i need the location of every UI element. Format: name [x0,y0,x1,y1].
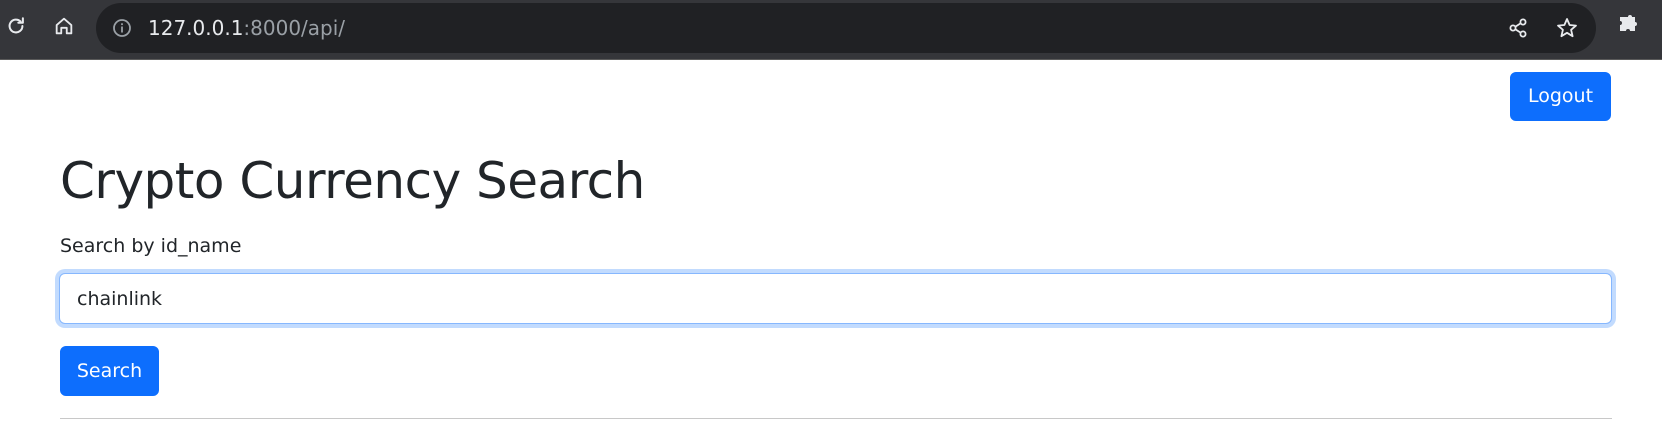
home-button[interactable] [50,12,78,40]
url-path: :8000/api/ [243,16,346,40]
url-host: 127.0.0.1 [148,16,244,40]
reload-icon [8,17,24,34]
star-icon[interactable] [1555,16,1579,40]
extensions-icon[interactable] [1616,14,1640,38]
divider [60,418,1612,419]
search-label: Search by id_name [60,235,242,257]
browser-toolbar: 127.0.0.1:8000/api/ [0,0,1662,60]
url-text[interactable]: 127.0.0.1:8000/api/ [148,15,345,41]
address-bar[interactable]: 127.0.0.1:8000/api/ [96,3,1596,53]
home-icon [55,17,73,35]
search-button[interactable]: Search [60,346,159,396]
info-icon[interactable] [112,18,132,38]
page-title: Crypto Currency Search [60,152,645,210]
share-icon[interactable] [1507,17,1529,39]
search-input[interactable] [59,273,1612,324]
reload-button[interactable] [2,12,30,40]
logout-button[interactable]: Logout [1510,72,1611,121]
